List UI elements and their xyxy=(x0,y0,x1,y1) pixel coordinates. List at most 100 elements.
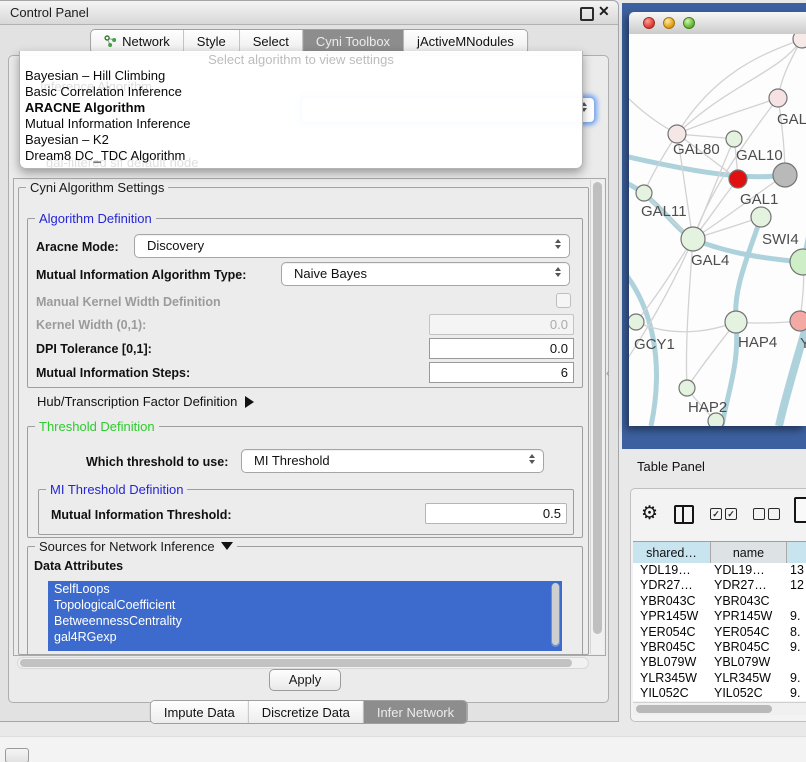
collapse-arrow-icon[interactable] xyxy=(221,542,233,550)
tab-select[interactable]: Select xyxy=(240,30,303,53)
select-all-icon[interactable]: ✓ ✓ xyxy=(710,508,737,520)
table-cell: YER054C xyxy=(633,625,711,640)
float-window-icon[interactable] xyxy=(580,7,594,21)
minimize-traffic-light-icon[interactable] xyxy=(663,17,675,29)
node-unlabeled[interactable] xyxy=(729,170,747,188)
algorithm-definition-group: Algorithm Definition Aracne Mode: Discov… xyxy=(27,218,583,388)
mi-threshold-field[interactable]: 0.5 xyxy=(425,503,567,524)
mi-type-label: Mutual Information Algorithm Type: xyxy=(36,268,246,282)
network-view-window: GALGAL80GAL10GAL1GAL11GAL4SWI4GCY1HAP4YH… xyxy=(629,12,806,426)
table-row[interactable]: YBR043CYBR043C xyxy=(633,594,806,609)
mi-type-combo[interactable]: Naive Bayes xyxy=(281,262,570,286)
cyni-bottom-tabbar: Impute Data Discretize Data Infer Network xyxy=(150,700,468,724)
node-swi4[interactable] xyxy=(790,249,806,275)
column-header-name[interactable]: name xyxy=(711,542,787,564)
kernel-width-field[interactable]: 0.0 xyxy=(429,314,574,335)
mi-threshold-label: Mutual Information Threshold: xyxy=(51,508,232,522)
tab-impute-data[interactable]: Impute Data xyxy=(151,701,249,723)
table-cell: YBR045C xyxy=(711,640,787,655)
node-gal11[interactable] xyxy=(636,185,652,201)
table-row[interactable]: YPR145WYPR145W9. xyxy=(633,609,806,624)
table-row[interactable]: YBR045CYBR045C9. xyxy=(633,640,806,655)
table-row[interactable]: YER054CYER054C8. xyxy=(633,625,806,640)
mi-steps-field[interactable]: 6 xyxy=(429,362,574,383)
sources-title: Sources for Network Inference xyxy=(39,539,215,554)
group-title: Algorithm Definition xyxy=(35,211,156,226)
table-cell: YIL052C xyxy=(633,686,711,701)
dropdown-item-basic-correlation-inference[interactable]: Basic Correlation Inference xyxy=(20,84,582,100)
attribute-selfloops[interactable]: SelfLoops xyxy=(48,581,562,597)
data-attributes-list[interactable]: SelfLoopsTopologicalCoefficientBetweenne… xyxy=(48,581,562,651)
which-threshold-combo[interactable]: MI Threshold xyxy=(241,449,544,473)
hub-definition-expander[interactable]: Hub/Transcription Factor Definition xyxy=(37,394,254,409)
close-icon[interactable]: ✕ xyxy=(598,3,610,20)
table-cell: 9. xyxy=(787,686,806,701)
dropdown-item-mutual-information-inference[interactable]: Mutual Information Inference xyxy=(20,116,582,132)
table-row[interactable]: YDR27…YDR27…12 xyxy=(633,578,806,593)
table-row[interactable]: YBL079WYBL079W xyxy=(633,655,806,670)
close-traffic-light-icon[interactable] xyxy=(643,17,655,29)
table-cell: YDR27… xyxy=(711,578,787,593)
table-cell: YDL19… xyxy=(633,563,711,578)
node-gcy1[interactable] xyxy=(629,314,644,330)
attribute-topologicalcoefficient[interactable]: TopologicalCoefficient xyxy=(48,597,562,613)
table-row[interactable]: YLR345WYLR345W9. xyxy=(633,671,806,686)
network-canvas[interactable]: GALGAL80GAL10GAL1GAL11GAL4SWI4GCY1HAP4YH… xyxy=(629,34,806,426)
dropdown-item-bayesian-k2[interactable]: Bayesian – K2 xyxy=(20,132,582,148)
apply-button[interactable]: Apply xyxy=(269,669,341,691)
table-header-row: shared…name xyxy=(633,541,806,565)
export-table-icon[interactable] xyxy=(794,497,806,523)
tab-style[interactable]: Style xyxy=(184,30,240,53)
node-label-gal80: GAL80 xyxy=(673,141,720,158)
control-panel-titlebar[interactable]: Control Panel ✕ xyxy=(0,1,618,25)
dpi-tolerance-field[interactable]: 0.0 xyxy=(429,338,574,359)
tab-label: Discretize Data xyxy=(262,705,350,720)
table-row[interactable]: YIL052CYIL052C9. xyxy=(633,686,806,701)
dropdown-item-bayesian-hill-climbing[interactable]: Bayesian – Hill Climbing xyxy=(20,68,582,84)
aracne-mode-combo[interactable]: Discovery xyxy=(134,234,570,258)
table-horizontal-scrollbar[interactable] xyxy=(633,702,806,715)
node-gal[interactable] xyxy=(769,89,787,107)
network-graph: GALGAL80GAL10GAL1GAL11GAL4SWI4GCY1HAP4YH… xyxy=(629,34,806,426)
minimized-panel-icon[interactable] xyxy=(5,748,29,762)
node-gal10[interactable] xyxy=(726,131,742,147)
column-header-shared[interactable]: shared… xyxy=(633,542,711,564)
application-root: Control Panel ✕ NetworkStyleSelectCyni T… xyxy=(0,0,806,762)
hub-definition-label: Hub/Transcription Factor Definition xyxy=(37,394,237,409)
node-hap2[interactable] xyxy=(679,380,695,396)
settings-vertical-scrollbar[interactable] xyxy=(590,180,604,654)
unchecked-checkbox-icon xyxy=(753,508,765,520)
node-unlabeled[interactable] xyxy=(793,34,806,48)
column-header-cut[interactable] xyxy=(787,542,806,564)
panel-divider-handle[interactable]: ‹ xyxy=(606,368,609,379)
deselect-all-icon[interactable] xyxy=(753,508,780,520)
dropdown-item-aracne-algorithm[interactable]: ARACNE Algorithm xyxy=(20,100,582,116)
network-window-titlebar[interactable] xyxy=(629,12,806,35)
table-cell: YBL079W xyxy=(711,655,787,670)
node-gal4[interactable] xyxy=(681,227,705,251)
tab-infer-network[interactable]: Infer Network xyxy=(364,701,467,723)
dropdown-item-list: Bayesian – Hill ClimbingBasic Correlatio… xyxy=(20,68,582,164)
table-row[interactable]: YDL19…YDL19…13 xyxy=(633,563,806,578)
manual-kernel-checkbox[interactable] xyxy=(556,293,571,308)
tab-network[interactable]: Network xyxy=(91,30,184,53)
tab-discretize-data[interactable]: Discretize Data xyxy=(249,701,364,723)
list-scrollbar[interactable] xyxy=(551,583,560,647)
node-gal1[interactable] xyxy=(751,207,771,227)
table-cell: YLR345W xyxy=(633,671,711,686)
control-panel-title: Control Panel xyxy=(10,5,89,20)
dropdown-item-dream8-dc-tdc-algorithm[interactable]: Dream8 DC_TDC Algorithm xyxy=(20,148,582,164)
tab-cyni-toolbox[interactable]: Cyni Toolbox xyxy=(303,30,404,53)
tab-jactivemnodules[interactable]: jActiveMNodules xyxy=(404,30,527,53)
table-cell: 9. xyxy=(787,640,806,655)
attribute-betweennesscentrality[interactable]: BetweennessCentrality xyxy=(48,613,562,629)
node-y[interactable] xyxy=(790,311,806,331)
zoom-traffic-light-icon[interactable] xyxy=(683,17,695,29)
gear-icon[interactable]: ⚙ xyxy=(641,504,658,524)
node-hap4[interactable] xyxy=(725,311,747,333)
settings-horizontal-scrollbar[interactable] xyxy=(17,657,589,669)
attribute-gal4rgexp[interactable]: gal4RGexp xyxy=(48,629,562,645)
unchecked-checkbox-icon xyxy=(768,508,780,520)
column-chooser-icon[interactable] xyxy=(674,505,694,524)
node-unlabeled[interactable] xyxy=(773,163,797,187)
